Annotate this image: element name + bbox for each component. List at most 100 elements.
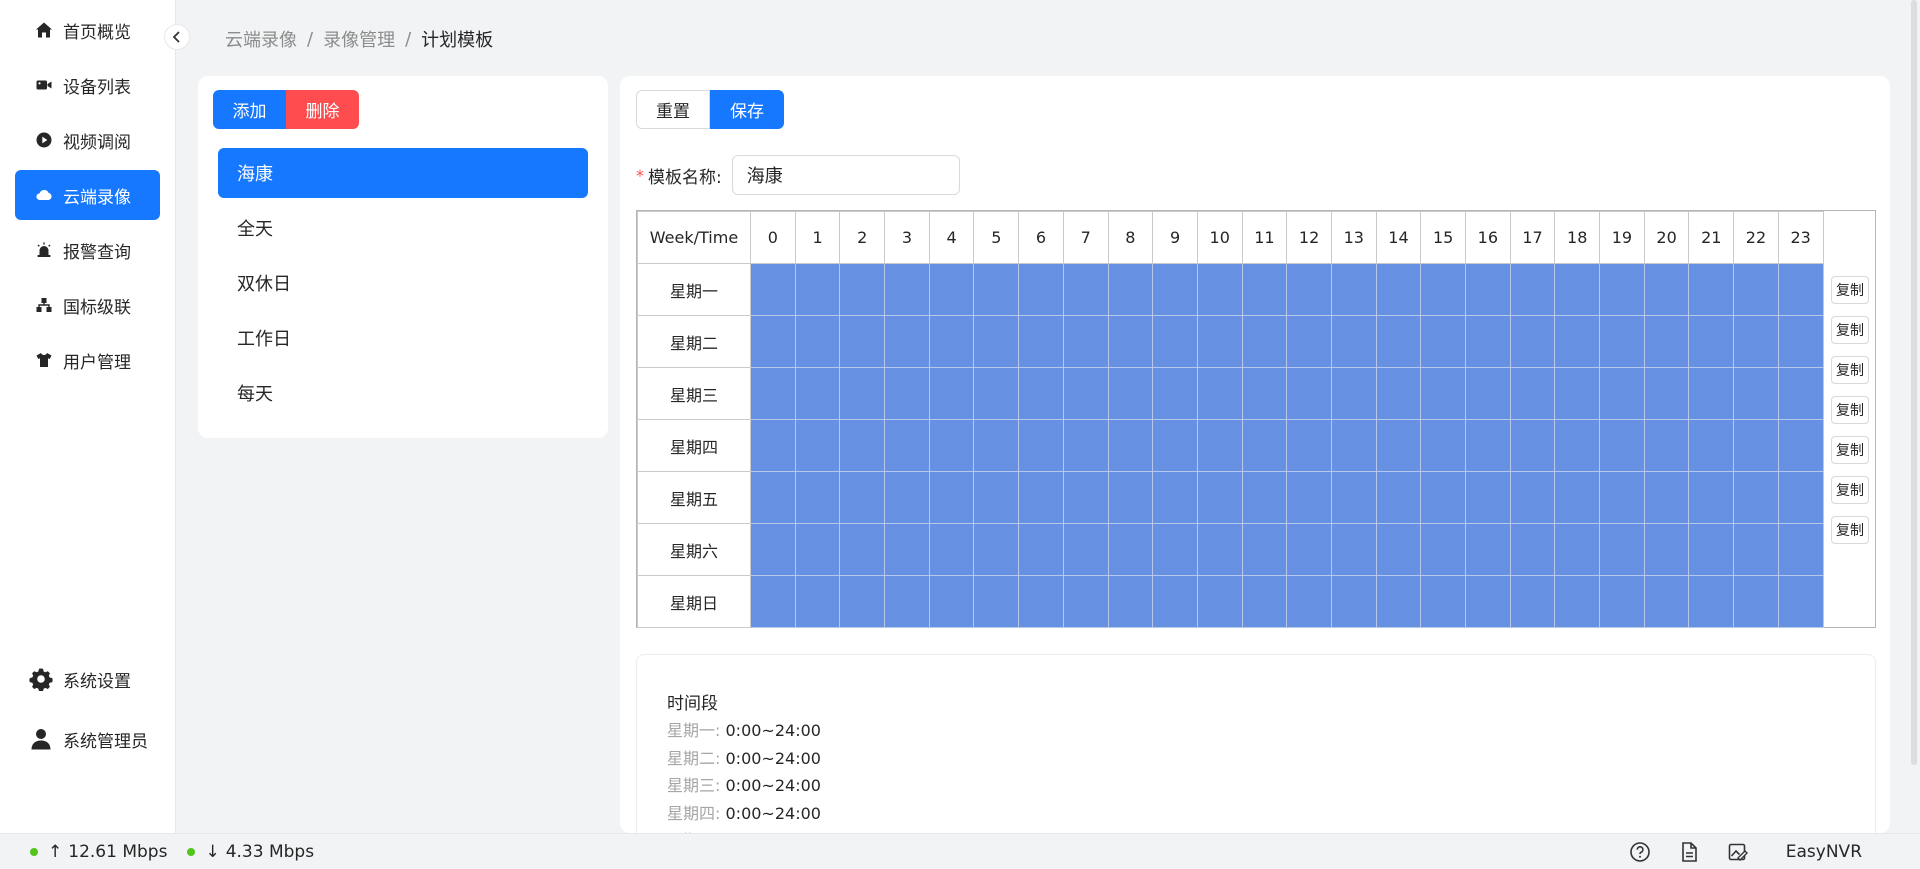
sidebar-item[interactable]: 云端录像	[15, 170, 160, 220]
schedule-cell[interactable]	[1420, 471, 1466, 524]
sidebar-item[interactable]: 视频调阅	[15, 115, 160, 165]
schedule-cell[interactable]	[1286, 523, 1332, 576]
schedule-cell[interactable]	[1777, 263, 1824, 316]
schedule-cell[interactable]	[1554, 315, 1601, 368]
schedule-cell[interactable]	[1062, 315, 1109, 368]
schedule-cell[interactable]	[973, 367, 1020, 420]
schedule-cell[interactable]	[1420, 315, 1466, 368]
sidebar-item[interactable]: 用户管理	[15, 335, 160, 385]
schedule-cell[interactable]	[1062, 263, 1109, 316]
schedule-cell[interactable]	[750, 471, 796, 524]
schedule-cell[interactable]	[1465, 575, 1511, 628]
schedule-cell[interactable]	[1107, 367, 1154, 420]
schedule-cell[interactable]	[1062, 471, 1109, 524]
schedule-cell[interactable]	[1062, 575, 1109, 628]
schedule-cell[interactable]	[884, 367, 930, 420]
schedule-cell[interactable]	[1777, 419, 1824, 472]
schedule-cell[interactable]	[839, 419, 886, 472]
schedule-cell[interactable]	[884, 575, 930, 628]
schedule-cell[interactable]	[839, 315, 886, 368]
schedule-cell[interactable]	[1599, 263, 1645, 316]
schedule-cell[interactable]	[973, 315, 1020, 368]
template-list-item[interactable]: 工作日	[218, 313, 588, 363]
schedule-cell[interactable]	[973, 575, 1020, 628]
schedule-cell[interactable]	[1196, 523, 1243, 576]
schedule-cell[interactable]	[1018, 523, 1064, 576]
schedule-cell[interactable]	[1465, 471, 1511, 524]
schedule-cell[interactable]	[928, 471, 975, 524]
schedule-cell[interactable]	[1643, 419, 1690, 472]
sidebar-bottom-item[interactable]: 系统管理员	[15, 713, 160, 765]
schedule-cell[interactable]	[1152, 419, 1198, 472]
schedule-cell[interactable]	[928, 575, 975, 628]
schedule-cell[interactable]	[1509, 367, 1556, 420]
breadcrumb-item[interactable]: 云端录像	[225, 26, 297, 52]
schedule-cell[interactable]	[1018, 575, 1064, 628]
schedule-cell[interactable]	[1733, 367, 1779, 420]
schedule-cell[interactable]	[1330, 315, 1377, 368]
schedule-cell[interactable]	[973, 263, 1020, 316]
image-edit-icon[interactable]	[1727, 841, 1749, 863]
schedule-cell[interactable]	[1777, 367, 1824, 420]
schedule-cell[interactable]	[794, 263, 841, 316]
schedule-cell[interactable]	[1733, 471, 1779, 524]
schedule-cell[interactable]	[794, 523, 841, 576]
schedule-cell[interactable]	[1152, 523, 1198, 576]
schedule-cell[interactable]	[1420, 575, 1466, 628]
template-list-item[interactable]: 海康	[218, 148, 588, 198]
schedule-cell[interactable]	[1196, 315, 1243, 368]
schedule-cell[interactable]	[1286, 471, 1332, 524]
schedule-cell[interactable]	[1375, 315, 1422, 368]
schedule-cell[interactable]	[1643, 367, 1690, 420]
schedule-cell[interactable]	[1286, 315, 1332, 368]
schedule-cell[interactable]	[750, 367, 796, 420]
schedule-cell[interactable]	[1196, 471, 1243, 524]
schedule-cell[interactable]	[1107, 523, 1154, 576]
schedule-cell[interactable]	[1509, 263, 1556, 316]
schedule-cell[interactable]	[1018, 419, 1064, 472]
schedule-cell[interactable]	[1599, 315, 1645, 368]
schedule-cell[interactable]	[1241, 315, 1288, 368]
scrollbar-thumb[interactable]	[1911, 0, 1917, 765]
schedule-cell[interactable]	[1018, 263, 1064, 316]
sidebar-bottom-item[interactable]: 系统设置	[15, 653, 160, 705]
schedule-cell[interactable]	[1554, 575, 1601, 628]
add-template-button[interactable]: 添加	[213, 90, 286, 129]
document-icon[interactable]	[1678, 841, 1700, 863]
schedule-cell[interactable]	[1554, 367, 1601, 420]
delete-template-button[interactable]: 删除	[286, 90, 359, 129]
schedule-cell[interactable]	[1688, 263, 1735, 316]
schedule-cell[interactable]	[1107, 263, 1154, 316]
reset-button[interactable]: 重置	[636, 90, 710, 129]
schedule-cell[interactable]	[928, 523, 975, 576]
sidebar-item[interactable]: 首页概览	[15, 5, 160, 55]
schedule-cell[interactable]	[1465, 263, 1511, 316]
schedule-cell[interactable]	[1107, 419, 1154, 472]
schedule-cell[interactable]	[928, 263, 975, 316]
schedule-cell[interactable]	[1733, 263, 1779, 316]
schedule-cell[interactable]	[1286, 575, 1332, 628]
schedule-cell[interactable]	[973, 471, 1020, 524]
page-scrollbar[interactable]	[1906, 0, 1920, 833]
schedule-cell[interactable]	[1420, 367, 1466, 420]
schedule-cell[interactable]	[1241, 419, 1288, 472]
schedule-cell[interactable]	[884, 263, 930, 316]
schedule-cell[interactable]	[1018, 367, 1064, 420]
copy-day-button[interactable]: 复制	[1831, 356, 1869, 384]
schedule-cell[interactable]	[1554, 471, 1601, 524]
schedule-cell[interactable]	[1643, 471, 1690, 524]
schedule-cell[interactable]	[1152, 575, 1198, 628]
schedule-cell[interactable]	[1062, 367, 1109, 420]
schedule-cell[interactable]	[1643, 315, 1690, 368]
schedule-cell[interactable]	[1375, 575, 1422, 628]
template-list-item[interactable]: 双休日	[218, 258, 588, 308]
schedule-cell[interactable]	[1375, 263, 1422, 316]
schedule-cell[interactable]	[1330, 367, 1377, 420]
schedule-cell[interactable]	[1554, 523, 1601, 576]
schedule-cell[interactable]	[1241, 471, 1288, 524]
sidebar-item[interactable]: 报警查询	[15, 225, 160, 275]
template-list-item[interactable]: 每天	[218, 368, 588, 418]
schedule-cell[interactable]	[884, 315, 930, 368]
schedule-cell[interactable]	[1152, 263, 1198, 316]
schedule-cell[interactable]	[1688, 315, 1735, 368]
